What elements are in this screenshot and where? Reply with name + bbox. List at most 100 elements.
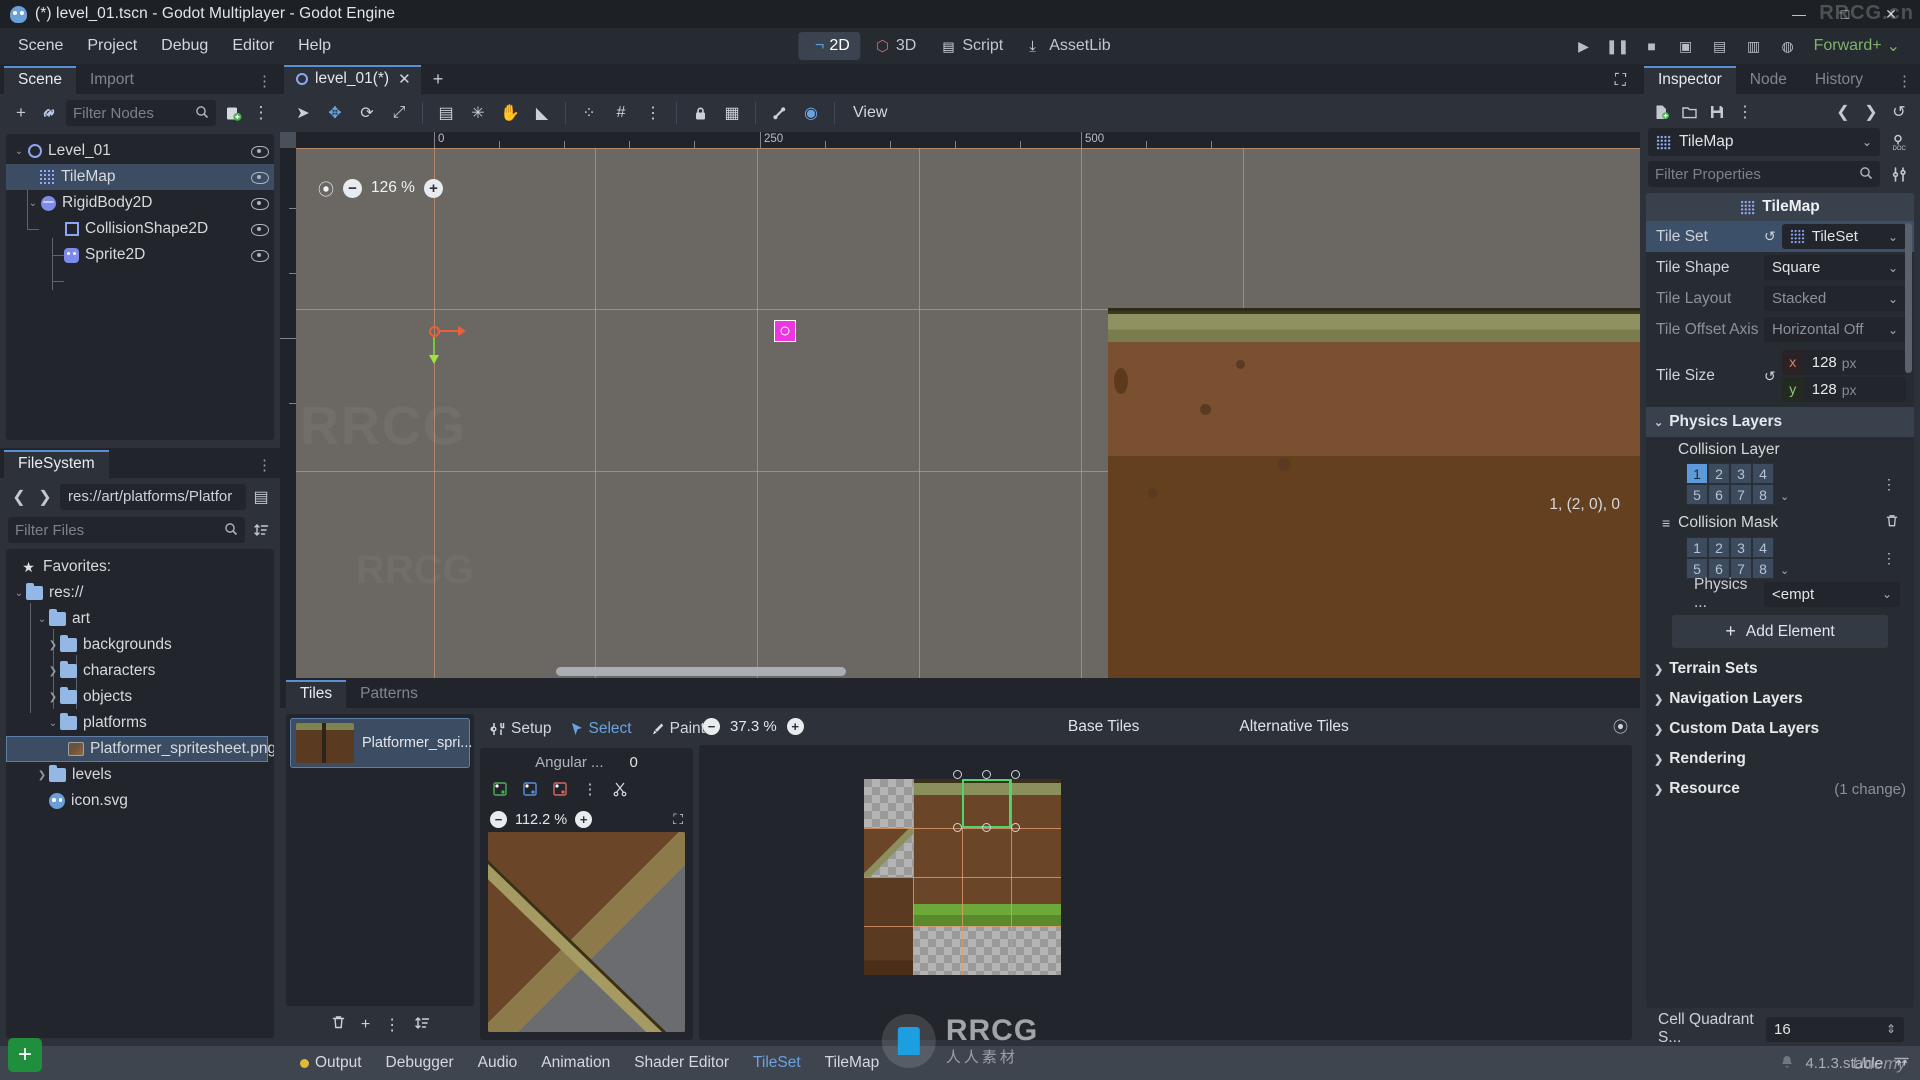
list-selection-tool[interactable]: ▤ <box>431 99 461 127</box>
layer-bit-5[interactable]: 5 <box>1686 484 1708 505</box>
zoom-level-label[interactable]: 126 % <box>371 179 415 197</box>
atlas-tile[interactable] <box>864 926 913 975</box>
atlas-tile[interactable] <box>913 877 1061 926</box>
filesystem-item-characters[interactable]: ❯ characters <box>6 658 274 684</box>
t-handle-bottom-left[interactable] <box>953 823 962 832</box>
play-custom-scene-button[interactable]: ▤ <box>1704 32 1736 60</box>
skeleton-options-menu[interactable] <box>764 99 794 127</box>
atlas-spritesheet[interactable] <box>864 770 1061 975</box>
chevron-down-icon[interactable]: ⌄ <box>1888 261 1898 275</box>
chevron-down-icon[interactable]: ⌄ <box>1888 292 1898 306</box>
preview-center-icon[interactable]: ⛶ <box>673 811 683 828</box>
tab-inspector[interactable]: Inspector <box>1644 66 1736 94</box>
vector-x-row[interactable]: x 128 px <box>1781 350 1906 375</box>
tab-tiles[interactable]: Tiles <box>286 680 347 708</box>
pause-button[interactable]: ❚❚ <box>1602 32 1634 60</box>
history-forward-button[interactable]: ❯ <box>1858 100 1884 124</box>
delete-source-button[interactable] <box>330 1014 347 1036</box>
chevron-down-icon[interactable]: ⌄ <box>1888 323 1898 337</box>
add-element-button[interactable]: + Add Element <box>1672 615 1888 648</box>
viewport-horizontal-scrollbar[interactable] <box>556 667 846 676</box>
property-tile-size[interactable]: Tile Size ↺ x 128 px y 128 px <box>1646 345 1914 407</box>
maximize-button[interactable]: □ <box>1822 0 1868 28</box>
visibility-toggle-icon[interactable] <box>250 168 269 186</box>
cell-quadrant-value[interactable]: 16 <box>1774 1021 1791 1038</box>
chevron-down-icon[interactable]: ⌄ <box>1888 230 1898 244</box>
scene-options-menu-icon[interactable]: ⋮ <box>250 102 272 124</box>
tile-transform-1[interactable] <box>490 779 510 799</box>
bottom-tab-animation[interactable]: Animation <box>529 1049 622 1077</box>
movie-writer-button[interactable]: ▥ <box>1738 32 1770 60</box>
atlas-zoom-in-button[interactable]: + <box>786 718 804 735</box>
drag-handle-icon[interactable]: ≡ <box>1662 515 1670 531</box>
chevron-right-icon[interactable]: ❯ <box>46 692 60 703</box>
filesystem-item-backgrounds[interactable]: ❯ backgrounds <box>6 632 274 658</box>
play-scene-button[interactable]: ▣ <box>1670 32 1702 60</box>
tab-scene[interactable]: Scene <box>4 66 76 94</box>
close-icon[interactable]: ✕ <box>398 70 411 88</box>
filesystem-dock-menu-icon[interactable]: ⋮ <box>249 452 280 478</box>
scene-node-level-01[interactable]: ⌄ Level_01 <box>6 138 274 164</box>
zoom-in-button[interactable]: + <box>423 178 443 198</box>
t-handle-top[interactable] <box>982 770 991 779</box>
angular-value[interactable]: 0 <box>630 754 638 771</box>
inspector-tools-button[interactable] <box>1886 162 1912 186</box>
scrollbar-thumb[interactable] <box>1905 223 1912 373</box>
chevron-down-icon[interactable]: ⌄ <box>1654 416 1663 429</box>
remote-debug-button[interactable]: ◍ <box>1772 32 1804 60</box>
property-value[interactable]: <empt ⌄ <box>1764 581 1900 607</box>
mode-3d-button[interactable]: 3D <box>865 32 927 60</box>
gizmo-center-handle[interactable] <box>429 326 440 337</box>
chevron-right-icon[interactable]: ❯ <box>1654 753 1663 766</box>
tileset-select-tool[interactable]: Select <box>570 720 632 738</box>
layer-bit-4[interactable]: 4 <box>1752 463 1774 484</box>
play-button[interactable]: ▶ <box>1568 32 1600 60</box>
scene-node-rigidbody2d[interactable]: ⌄ RigidBody2D <box>6 190 274 216</box>
bell-icon[interactable] <box>1779 1054 1795 1073</box>
preview-canvas-scale-tool[interactable]: ◉ <box>796 99 826 127</box>
filesystem-item-art[interactable]: ⌄ art <box>6 606 274 632</box>
tileset-setup-tool[interactable]: Setup <box>490 720 552 738</box>
mode-assetlib-button[interactable]: AssetLib <box>1018 32 1121 60</box>
section-rendering[interactable]: ❯ Rendering <box>1646 744 1914 774</box>
layer-bit-1[interactable]: 1 <box>1686 463 1708 484</box>
tile-size-y-value[interactable]: 128 <box>1804 381 1837 398</box>
add-scene-tab-button[interactable]: + <box>421 65 456 94</box>
section-custom-data-layers[interactable]: ❯ Custom Data Layers <box>1646 714 1914 744</box>
current-path-label[interactable]: res://art/platforms/Platfor <box>60 484 246 510</box>
tile-size-x-value[interactable]: 128 <box>1804 354 1837 371</box>
menu-debug[interactable]: Debug <box>149 32 220 60</box>
collision-layer-grid[interactable]: 1 2 3 4 5 6 7 8 <box>1686 463 1774 505</box>
scene-dock-menu-icon[interactable]: ⋮ <box>249 68 280 94</box>
section-navigation-layers[interactable]: ❯ Navigation Layers <box>1646 684 1914 714</box>
inspector-scrollbar[interactable] <box>1905 223 1912 1004</box>
filesystem-item-platforms[interactable]: ⌄ platforms <box>6 710 274 736</box>
scale-mode-tool[interactable]: ⤢ <box>384 99 414 127</box>
property-physics-material[interactable]: Physics ... <empt ⌄ <box>1662 576 1908 611</box>
vector-y-row[interactable]: y 128 px <box>1781 377 1906 402</box>
bottom-tab-debugger[interactable]: Debugger <box>374 1049 466 1077</box>
ruler-mode-tool[interactable]: ◣ <box>527 99 557 127</box>
preview-zoom-label[interactable]: 112.2 % <box>515 812 567 828</box>
grid-snap-tool[interactable]: # <box>606 99 636 127</box>
attach-script-icon[interactable] <box>222 102 244 124</box>
property-tile-layout[interactable]: Tile Layout Stacked ⌄ <box>1646 283 1914 314</box>
select-mode-tool[interactable]: ➤ <box>288 99 318 127</box>
instance-scene-icon[interactable] <box>38 102 60 124</box>
property-value[interactable]: Stacked ⌄ <box>1764 286 1906 311</box>
t-handle-left[interactable] <box>953 770 962 779</box>
rotate-mode-tool[interactable]: ⟳ <box>352 99 382 127</box>
chevron-down-icon[interactable]: ⌄ <box>12 588 26 599</box>
scene-node-collisionshape2d[interactable]: CollisionShape2D <box>6 216 274 242</box>
chevron-down-icon[interactable]: ⌄ <box>1780 490 1789 505</box>
group-tool[interactable]: ▦ <box>717 99 747 127</box>
t-handle-bottom[interactable] <box>982 823 991 832</box>
mask-bit-2[interactable]: 2 <box>1708 537 1730 558</box>
snap-options-menu[interactable]: ⋮ <box>638 99 668 127</box>
scene-node-sprite2d[interactable]: Sprite2D <box>6 242 274 268</box>
chevron-right-icon[interactable]: ❯ <box>1654 723 1663 736</box>
chevron-down-icon[interactable]: ⌄ <box>12 146 26 157</box>
t-handle-right[interactable] <box>1011 770 1020 779</box>
menu-scene[interactable]: Scene <box>6 32 75 60</box>
2d-viewport[interactable]: 0 250 500 ⦿ − 126 % + <box>280 132 1640 678</box>
